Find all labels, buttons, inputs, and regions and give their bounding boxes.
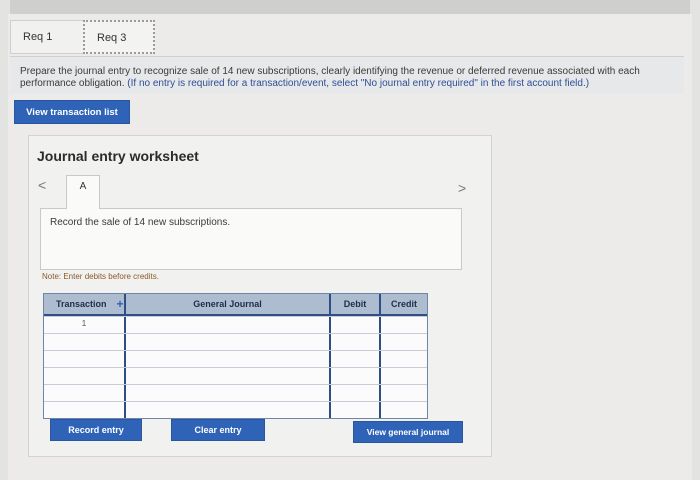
account-select[interactable] bbox=[124, 334, 329, 350]
debit-credit-note: Note: Enter debits before credits. bbox=[42, 272, 159, 281]
account-select[interactable] bbox=[124, 317, 329, 333]
header-debit: Debit bbox=[329, 294, 379, 314]
worksheet-title: Journal entry worksheet bbox=[37, 148, 199, 164]
record-entry-button[interactable]: Record entry bbox=[50, 419, 142, 441]
debit-input[interactable] bbox=[329, 402, 379, 418]
transaction-description: Record the sale of 14 new subscriptions. bbox=[40, 208, 462, 270]
credit-input[interactable] bbox=[379, 402, 427, 418]
transaction-number bbox=[44, 385, 124, 401]
tab-req-3[interactable]: Req 3 bbox=[83, 20, 155, 54]
journal-header-row: Transaction + General Journal Debit Cred… bbox=[44, 294, 427, 316]
description-text: Record the sale of 14 new subscriptions. bbox=[50, 217, 231, 228]
debit-input[interactable] bbox=[329, 385, 379, 401]
journal-table: Transaction + General Journal Debit Cred… bbox=[43, 293, 428, 419]
tab-step-a[interactable]: A bbox=[66, 175, 100, 209]
instruction-hint: (If no entry is required for a transacti… bbox=[127, 78, 590, 89]
credit-input[interactable] bbox=[379, 385, 427, 401]
view-transaction-list-button[interactable]: View transaction list bbox=[14, 100, 130, 124]
debit-input[interactable] bbox=[329, 368, 379, 384]
credit-input[interactable] bbox=[379, 317, 427, 333]
account-select[interactable] bbox=[124, 351, 329, 367]
transaction-number bbox=[44, 368, 124, 384]
tab-req-1-and-2[interactable]: Req 1 and 2 bbox=[10, 20, 84, 75]
debit-input[interactable] bbox=[329, 334, 379, 350]
table-row bbox=[44, 367, 427, 384]
credit-input[interactable] bbox=[379, 351, 427, 367]
debit-input[interactable] bbox=[329, 317, 379, 333]
chevron-left-icon[interactable]: < bbox=[38, 177, 46, 193]
header-general-journal: General Journal bbox=[124, 294, 329, 314]
instruction-text: Prepare the journal entry to recognize s… bbox=[10, 56, 684, 94]
account-select[interactable] bbox=[124, 368, 329, 384]
transaction-number bbox=[44, 351, 124, 367]
table-row bbox=[44, 350, 427, 367]
transaction-number bbox=[44, 402, 124, 418]
account-select[interactable] bbox=[124, 402, 329, 418]
credit-input[interactable] bbox=[379, 368, 427, 384]
table-row bbox=[44, 333, 427, 350]
table-row bbox=[44, 384, 427, 401]
header-credit: Credit bbox=[379, 294, 427, 314]
add-row-icon[interactable]: + bbox=[117, 297, 124, 311]
top-bar bbox=[10, 0, 690, 14]
debit-input[interactable] bbox=[329, 351, 379, 367]
account-select[interactable] bbox=[124, 385, 329, 401]
header-transaction: Transaction + bbox=[44, 294, 124, 314]
table-row: 1 bbox=[44, 316, 427, 333]
transaction-number bbox=[44, 334, 124, 350]
requirement-tabs: Req 1 and 2 Req 3 bbox=[10, 20, 155, 75]
chevron-right-icon[interactable]: > bbox=[458, 180, 466, 196]
clear-entry-button[interactable]: Clear entry bbox=[171, 419, 265, 441]
view-general-journal-button[interactable]: View general journal bbox=[353, 421, 463, 443]
table-row bbox=[44, 401, 427, 418]
transaction-number: 1 bbox=[81, 319, 87, 328]
credit-input[interactable] bbox=[379, 334, 427, 350]
header-transaction-label: Transaction bbox=[56, 299, 107, 309]
